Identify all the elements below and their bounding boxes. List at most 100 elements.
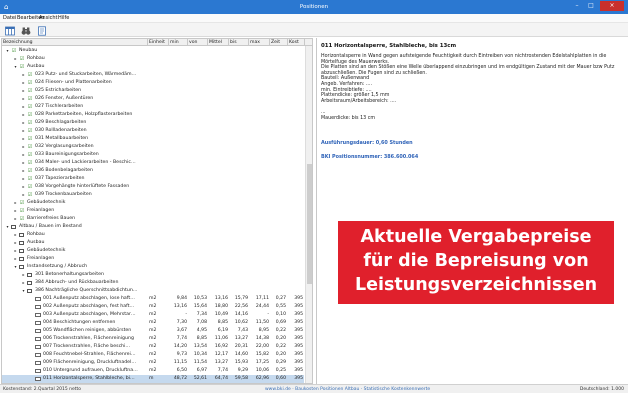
cell-von: 11,54 [193, 360, 207, 365]
tree-node[interactable]: ▸ ☑ 033 Baureinigungsarbeiten [2, 151, 304, 159]
expand-arrow-icon[interactable]: ▸ [21, 111, 26, 119]
menu-datei[interactable]: Datei [3, 14, 16, 23]
tree-node[interactable]: ▸ ☑ 037 Tapezierarbeiten [2, 175, 304, 183]
col-zeit[interactable]: Zeit [270, 39, 288, 46]
folder-icon [19, 257, 24, 261]
tree-node[interactable]: ▾ ☑ Neubau [2, 47, 304, 55]
expand-arrow-icon[interactable]: ▸ [21, 143, 26, 151]
expand-arrow-icon[interactable]: ▸ [13, 199, 18, 207]
detail-description: Horizontalsperre in Wand gegen aufsteige… [321, 54, 621, 121]
tree-node[interactable]: ▸ ☑ 024 Fliesen- und Plattenarbeiten [2, 79, 304, 87]
expand-arrow-icon[interactable]: ▸ [21, 71, 26, 79]
expand-arrow-icon[interactable]: ▸ [21, 191, 26, 199]
position-row[interactable]: 006 Trockenstrahlen, Flächenreinigung m2 7… [2, 335, 304, 343]
col-mittel[interactable]: Mittel [208, 39, 229, 46]
tree-node[interactable]: ▸ ☑ Freianlagen [2, 207, 304, 215]
col-max[interactable]: max [249, 39, 270, 46]
position-row[interactable]: 008 Feuchtnebel-Strahlen, Flächenrei… m2 9… [2, 351, 304, 359]
tree-node[interactable]: ▸ ☑ 026 Fenster, Außentüren [2, 95, 304, 103]
position-row[interactable]: 002 Außenputz abschlagen, fest haft… m2 13… [2, 303, 304, 311]
position-row[interactable]: 007 Trockenstrahlen, Fläche beschi… m2 14,… [2, 343, 304, 351]
tree-node[interactable]: ▸ ☑ 031 Metallbauarbeiten [2, 135, 304, 143]
tree-node[interactable]: ▸ ☑ Barrierefreies Bauen [2, 215, 304, 223]
expand-arrow-icon[interactable]: ▸ [21, 95, 26, 103]
tree-node[interactable]: ▸ ☑ 032 Verglasungsarbeiten [2, 143, 304, 151]
expand-arrow-icon[interactable]: ▸ [21, 167, 26, 175]
expand-arrow-icon[interactable]: ▸ [13, 239, 18, 247]
tree-node[interactable]: ▸ Rohbau [2, 231, 304, 239]
position-row[interactable]: 004 Beschichtungen entfernen m2 7,30 7,08 8,… [2, 319, 304, 327]
expand-arrow-icon[interactable]: ▸ [21, 151, 26, 159]
col-bezeichnung[interactable]: Bezeichnung [2, 39, 148, 46]
collapse-arrow-icon[interactable]: ▾ [5, 223, 10, 231]
minimize-button[interactable]: – [570, 1, 584, 11]
tree-node[interactable]: ▸ ☑ 028 Parkettarbeiten, Holzpflasterarbei… [2, 111, 304, 119]
position-row[interactable]: 009 Flächenreinigung, Druckluftnadel… m2 1… [2, 359, 304, 367]
expand-arrow-icon[interactable]: ▸ [21, 271, 26, 279]
binoculars-icon[interactable] [20, 25, 31, 35]
expand-arrow-icon[interactable]: ▸ [21, 175, 26, 183]
document-icon[interactable] [36, 25, 46, 36]
col-von[interactable]: von [188, 39, 208, 46]
col-kost[interactable]: Kost [288, 39, 305, 46]
folder-icon [19, 249, 24, 253]
expand-arrow-icon[interactable]: ▸ [21, 79, 26, 87]
maximize-button[interactable]: □ [584, 1, 598, 11]
columns-icon[interactable] [4, 25, 15, 36]
tree-node[interactable]: ▸ ☑ Rohbau [2, 55, 304, 63]
expand-arrow-icon[interactable]: ▸ [13, 247, 18, 255]
expand-arrow-icon[interactable]: ▸ [21, 159, 26, 167]
tree-node[interactable]: ▸ ☑ 027 Tischlerarbeiten [2, 103, 304, 111]
tree-node[interactable]: ▾ 386 Nachträgliche Querschnittsabdichtun… [2, 287, 304, 295]
tree-node[interactable]: ▸ ☑ 025 Estricharbeiten [2, 87, 304, 95]
tree-node[interactable]: ▾ Altbau / Bauen im Bestand [2, 223, 304, 231]
menu-hilfe[interactable]: Hilfe [58, 14, 69, 23]
collapse-arrow-icon[interactable]: ▾ [5, 47, 10, 55]
node-label: Ausbau [27, 240, 45, 245]
tree-node[interactable]: ▸ ☑ 039 Trockenbauarbeiten [2, 191, 304, 199]
tree-node[interactable]: ▾ ☑ Ausbau [2, 63, 304, 71]
position-row[interactable]: 003 Außenputz abschlagen, Mehrstar… m2 - 7,… [2, 311, 304, 319]
tree-node[interactable]: ▸ ☑ 036 Bodenbelagarbeiten [2, 167, 304, 175]
tree-node[interactable]: ▸ 384 Abbruch- und Rückbauarbeiten [2, 279, 304, 287]
expand-arrow-icon[interactable]: ▸ [21, 183, 26, 191]
tree-node[interactable]: ▸ Ausbau [2, 239, 304, 247]
tree-node[interactable]: ▸ ☑ Gebäudetechnik [2, 199, 304, 207]
tree-node[interactable]: ▸ ☑ 029 Beschlagarbeiten [2, 119, 304, 127]
expand-arrow-icon[interactable]: ▸ [13, 55, 18, 63]
position-row[interactable]: 005 Wandflächen reinigen, abbürsten m2 3,6… [2, 327, 304, 335]
menu-bar: Datei Bearbeiten Ansicht Hilfe [0, 14, 628, 23]
vertical-scrollbar[interactable] [305, 46, 312, 383]
tree-node[interactable]: ▸ ☑ 030 Rollladenarbeiten [2, 127, 304, 135]
expand-arrow-icon[interactable]: ▸ [21, 87, 26, 95]
expand-arrow-icon[interactable]: ▸ [21, 103, 26, 111]
expand-arrow-icon[interactable]: ▸ [21, 279, 26, 287]
scrollbar-thumb[interactable] [307, 164, 312, 284]
expand-arrow-icon[interactable]: ▸ [13, 207, 18, 215]
cell-max: 15,82 [255, 352, 269, 357]
col-bis[interactable]: bis [229, 39, 249, 46]
expand-arrow-icon[interactable]: ▸ [21, 127, 26, 135]
position-row[interactable]: 011 Horizontalsperre, Stahlbleche, bi… m 4… [2, 375, 304, 383]
tree-node[interactable]: ▸ 301 Betonerhaltungsarbeiten [2, 271, 304, 279]
tree-node[interactable]: ▸ ☑ 034 Maler- und Lackierarbeiten - Besch… [2, 159, 304, 167]
position-row[interactable]: 010 Untergrund aufrauen, Druckluftna… m2 6… [2, 367, 304, 375]
menu-ansicht[interactable]: Ansicht [39, 14, 57, 23]
col-einheit[interactable]: Einheit [148, 39, 169, 46]
tree-node[interactable]: ▸ Gebäudetechnik [2, 247, 304, 255]
tree-node[interactable]: ▾ Instandsetzung / Abbruch [2, 263, 304, 271]
expand-arrow-icon[interactable]: ▸ [13, 215, 18, 223]
expand-arrow-icon[interactable]: ▸ [21, 135, 26, 143]
col-min[interactable]: min [169, 39, 188, 46]
tree-node[interactable]: ▸ Freianlagen [2, 255, 304, 263]
collapse-arrow-icon[interactable]: ▾ [13, 63, 18, 71]
collapse-arrow-icon[interactable]: ▾ [21, 287, 26, 295]
position-row[interactable]: 001 Außenputz abschlagen, lose haft… m2 9,… [2, 295, 304, 303]
collapse-arrow-icon[interactable]: ▾ [13, 263, 18, 271]
expand-arrow-icon[interactable]: ▸ [13, 255, 18, 263]
tree-node[interactable]: ▸ ☑ 038 Vorgehängte hinterlüftete Fassaden [2, 183, 304, 191]
expand-arrow-icon[interactable]: ▸ [21, 119, 26, 127]
tree-node[interactable]: ▸ ☑ 023 Putz- und Stuckarbeiten, Wärmedäm… [2, 71, 304, 79]
expand-arrow-icon[interactable]: ▸ [13, 231, 18, 239]
close-button[interactable]: × [600, 1, 624, 11]
